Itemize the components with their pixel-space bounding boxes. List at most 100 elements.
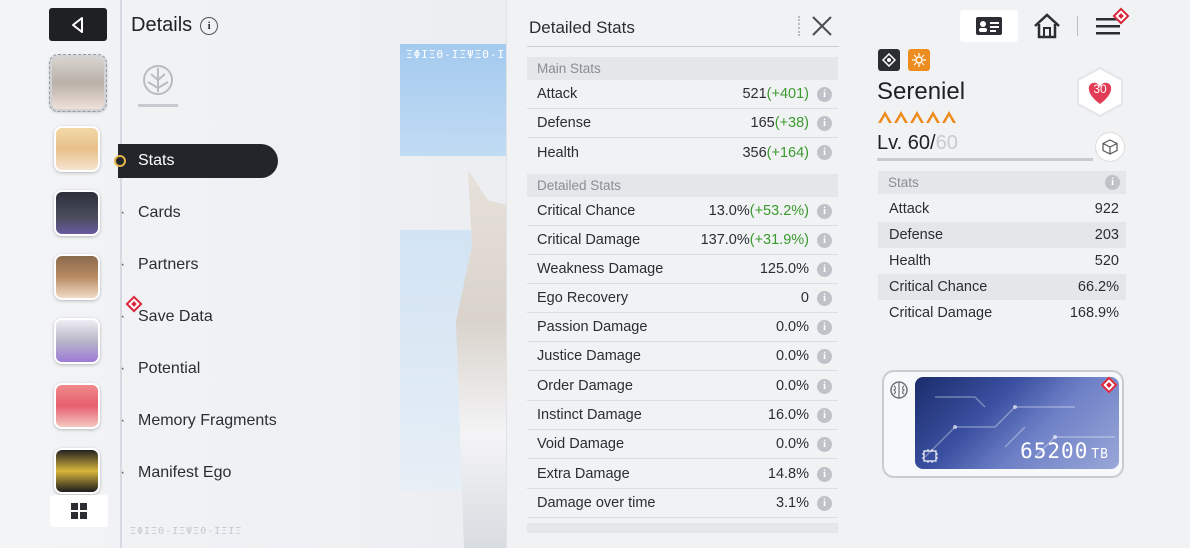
affinity-badge[interactable]: 30 [1074,66,1126,118]
avatar-blonde[interactable] [54,126,100,172]
summary-row-critical-damage: Critical Damage 168.9% [889,305,1119,321]
nav-item-memory-fragments[interactable]: Memory Fragments [120,412,277,430]
nav-item-cards[interactable]: Cards [120,204,181,222]
stat-value: 125.0% [759,261,809,277]
home-icon [1034,13,1060,39]
home-button[interactable] [1030,10,1064,42]
info-icon[interactable]: i [1105,175,1120,190]
summary-row-critical-chance: Critical Chance 66.2% [878,274,1126,300]
stat-row-passion-damage: Passion Damage 0.0% i [527,313,838,342]
info-icon[interactable]: i [817,261,832,277]
close-icon[interactable] [810,14,834,38]
affinity-level: 30 [1093,82,1107,96]
info-icon[interactable]: i [817,495,832,511]
stat-value: 16.0% [767,407,809,423]
stat-value: 165(+38) [750,115,809,131]
cube-view-button[interactable] [1096,133,1124,161]
stat-label: Critical Damage [537,232,641,248]
stat-label: Justice Damage [537,348,641,364]
stat-row-critical-chance: Critical Chance 13.0%(+53.2%) i [527,197,838,226]
nav-item-partners[interactable]: Partners [120,256,199,274]
detailed-stats-header: Detailed Stats [527,174,838,197]
stat-label: Defense [537,115,592,131]
info-icon[interactable]: i [200,16,219,35]
nav-item-manifest-ego[interactable]: Manifest Ego [120,464,231,482]
avatar-white-hair[interactable] [54,318,100,364]
star-rating-icon [878,111,956,123]
stat-row-ego-recovery: Ego Recovery 0 i [527,284,838,313]
avatar-brown-hair[interactable] [54,254,100,300]
stat-row-damage-over-time: Damage over time 3.1% i [527,489,838,518]
stat-label: Extra Damage [537,466,630,482]
stat-value: 137.0%(+31.9%) [700,232,809,248]
cube-icon [1102,139,1118,155]
level-progress-fill [877,158,1093,161]
details-title-text: Details [131,14,193,36]
avatar-silver-hair[interactable] [49,54,107,112]
stat-row-weakness-damage: Weakness Damage 125.0% i [527,255,838,284]
info-icon[interactable]: i [817,232,832,248]
avatar-beast[interactable] [54,190,100,236]
detailed-stats-panel: Detailed Stats Main Stats Attack 521(+40… [506,0,852,548]
stat-row-order-damage: Order Damage 0.0% i [527,372,838,401]
stat-label: Weakness Damage [537,261,664,277]
faction-emblem-icon [138,65,178,107]
stat-label: Order Damage [537,378,633,394]
grid-view-button[interactable] [50,495,108,527]
stat-label: Critical Chance [537,203,636,219]
info-icon[interactable]: i [817,436,832,452]
info-icon[interactable]: i [817,86,832,102]
info-icon[interactable]: i [817,203,832,219]
stat-value: 356(+164) [742,144,809,161]
stats-panel-title: Detailed Stats [529,18,635,37]
stat-value: 0.0% [775,348,809,364]
nav-item-save-data[interactable]: Save Data [120,308,213,326]
main-stats-header: Main Stats [527,57,838,80]
info-icon[interactable]: i [817,319,832,335]
summary-row-attack: Attack 922 [889,201,1119,217]
info-icon[interactable]: i [817,115,832,131]
stat-value: 3.1% [775,495,809,511]
summary-row-defense: Defense 203 [878,222,1126,248]
info-icon[interactable]: i [817,407,832,423]
storage-screen: 65200 TB [915,377,1119,469]
class-icon [878,49,900,71]
stat-value: 0 [800,290,809,306]
stat-value: 0.0% [775,319,809,335]
background-footer-text: ΞΦΙΞΘ-ΙΞΨΞΘ-ΙΞΙΞ [130,526,243,537]
back-arrow-icon [72,16,83,33]
summary-stats-header: Stats i [878,171,1126,194]
stat-row-void-damage: Void Damage 0.0% i [527,430,838,459]
character-name: Sereniel [877,78,966,105]
stat-row-critical-damage: Critical Damage 137.0%(+31.9%) i [527,226,838,255]
back-button[interactable] [49,8,107,41]
brain-icon [890,381,908,399]
avatar-gold-mask[interactable] [54,448,100,494]
stat-label: Attack [537,86,578,102]
stat-row-attack: Attack 521(+401) i [527,80,838,109]
summary-row-health: Health 520 [889,253,1119,269]
info-icon[interactable]: i [817,348,832,364]
stat-label: Void Damage [537,436,625,452]
element-sun-icon [908,49,930,71]
background-code-text: ΞΦΙΞΘ-ΙΞΨΞΘ-ΙΞ [406,48,513,61]
profile-card-button[interactable] [960,10,1018,42]
nav-item-stats[interactable]: Stats [114,144,278,178]
grid-icon [71,503,87,519]
header-rule [527,46,839,47]
stat-label: Ego Recovery [537,290,629,306]
avatar-pink-hair[interactable] [54,383,100,429]
stat-value: 0.0% [775,378,809,394]
info-icon[interactable]: i [817,378,832,394]
toolbar-divider [1077,16,1078,36]
stat-row-justice-damage: Justice Damage 0.0% i [527,342,838,371]
stat-value: 0.0% [775,436,809,452]
nav-item-stats-label: Stats [138,152,175,169]
chip-icon [922,449,938,463]
id-card-icon [976,17,1002,35]
next-section-header-cutoff [527,523,838,533]
info-icon[interactable]: i [817,466,832,482]
info-icon[interactable]: i [817,290,832,306]
info-icon[interactable]: i [817,145,832,160]
nav-item-potential[interactable]: Potential [120,360,200,378]
